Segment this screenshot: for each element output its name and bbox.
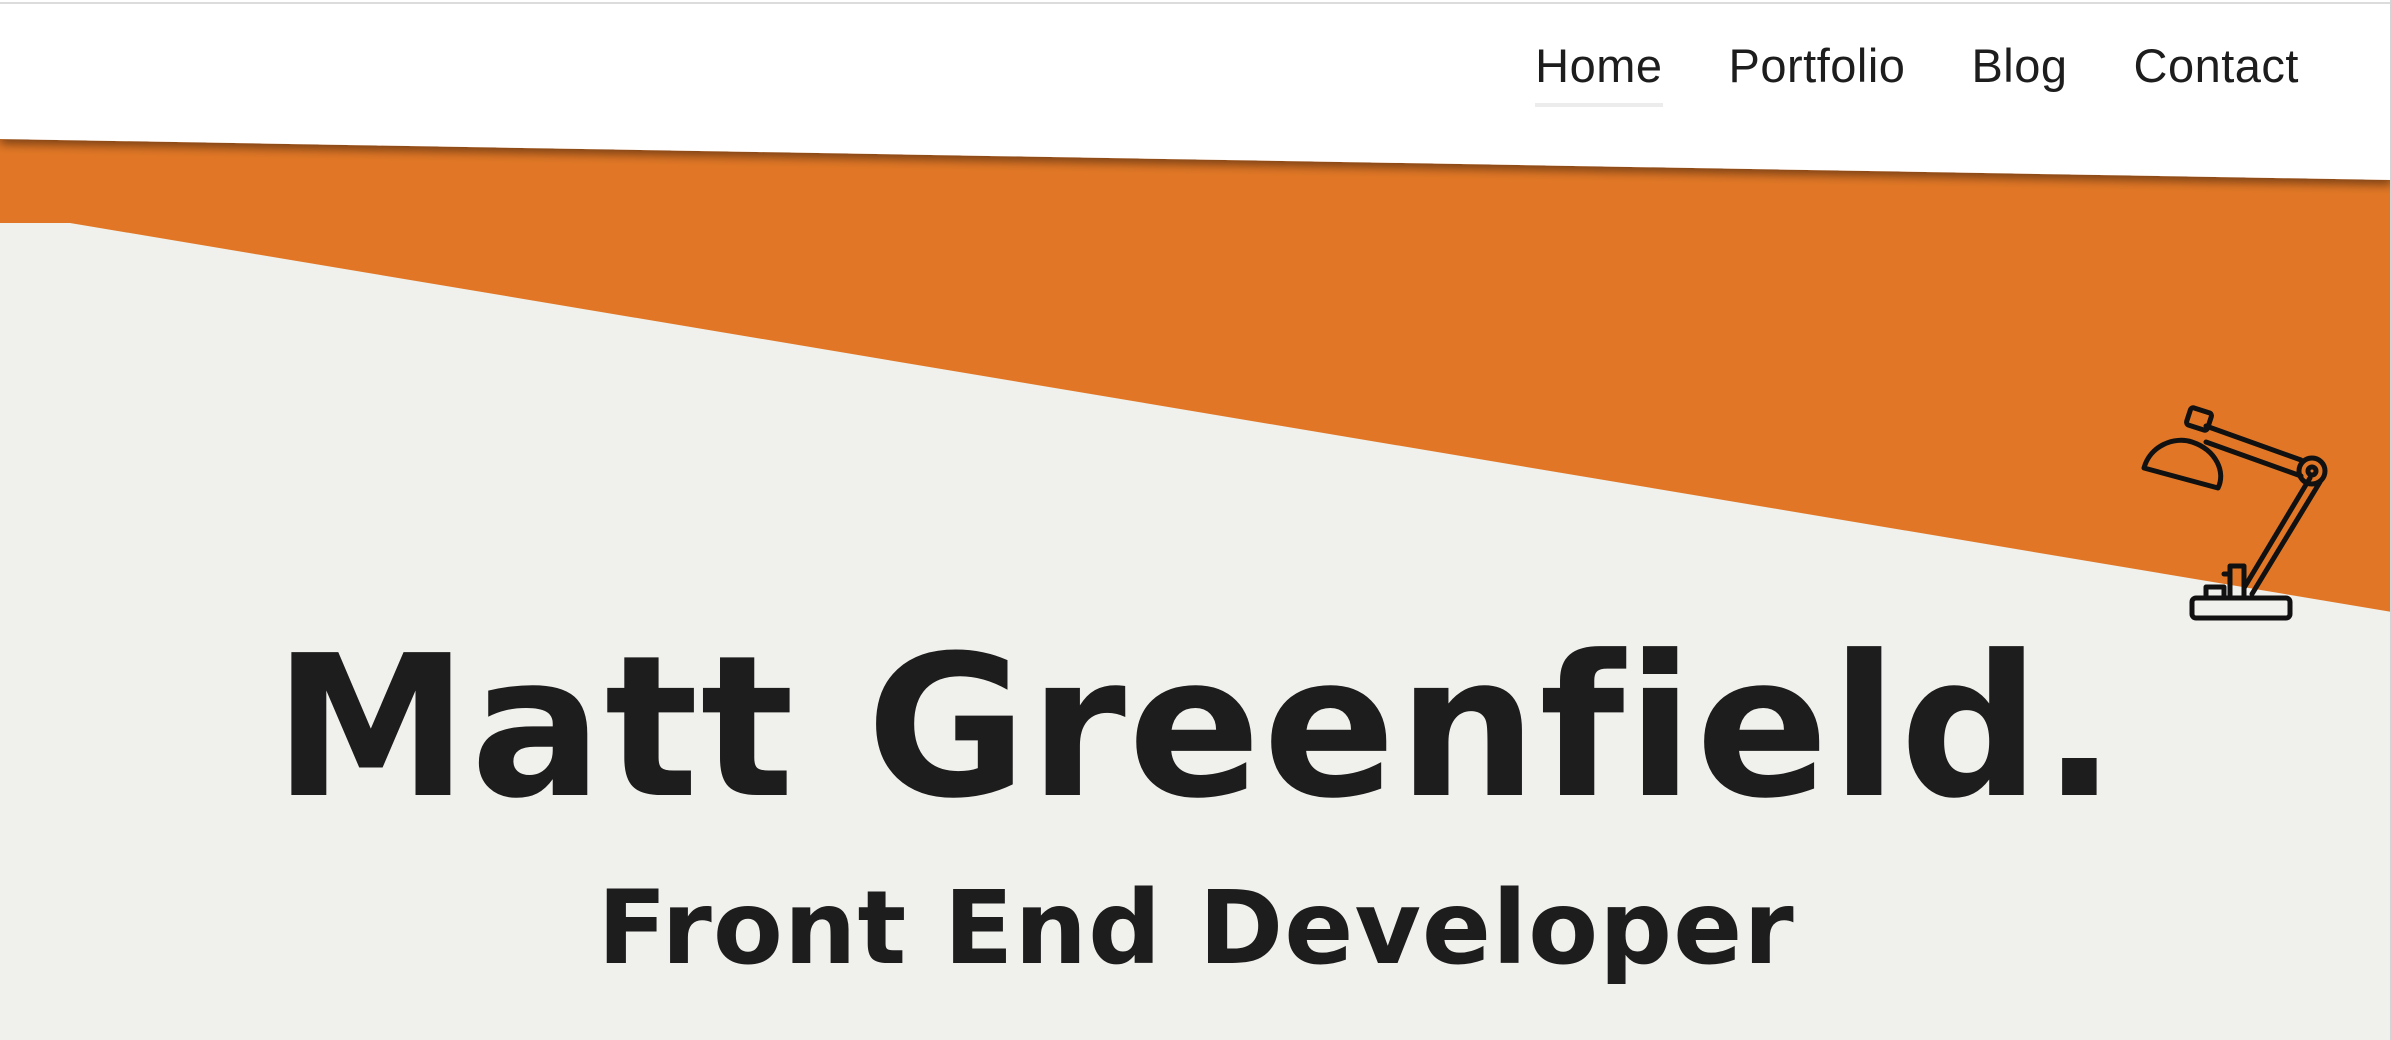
nav-portfolio-link[interactable]: Portfolio [1729, 42, 1906, 103]
orange-accent-band [0, 120, 2392, 612]
nav-contact-link[interactable]: Contact [2134, 42, 2299, 103]
main-nav: Home Portfolio Blog Contact [1535, 42, 2299, 107]
nav-blog-link[interactable]: Blog [1971, 42, 2067, 103]
desk-lamp-icon [2141, 405, 2328, 621]
hero-name: Matt Greenfield. [273, 614, 2119, 842]
nav-home-link[interactable]: Home [1535, 42, 1663, 107]
landing-page: Home Portfolio Blog Contact Matt Greenfi… [0, 0, 2392, 1040]
hero-role: Front End Developer [597, 869, 1795, 988]
